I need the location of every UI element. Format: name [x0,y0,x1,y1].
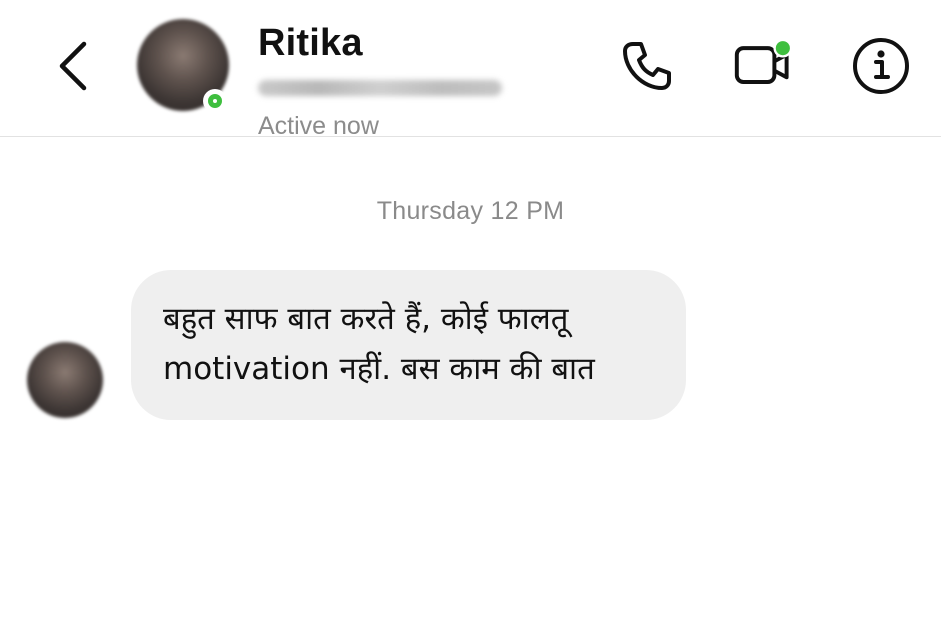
contact-avatar[interactable] [137,19,229,113]
blurred-username [258,80,502,96]
video-camera-icon [734,38,793,84]
voice-call-button[interactable] [616,35,678,97]
message-text-line: बहुत साफ बात करते हैं, कोई फालतू [163,301,569,337]
contact-name[interactable]: Ritika [258,22,363,65]
message-text-line: motivation नहीं. बस काम की बात [163,351,595,387]
info-icon [853,38,909,94]
received-message-bubble[interactable]: बहुत साफ बात करते हैं, कोई फालतू motivat… [131,270,686,420]
chat-header: Ritika Active now [0,0,941,140]
online-status-indicator [203,89,227,113]
message-timestamp: Thursday 12 PM [376,197,565,225]
video-call-button[interactable] [734,35,796,97]
chevron-left-icon [59,41,87,91]
info-button[interactable] [850,35,912,97]
back-button[interactable] [48,36,98,96]
active-status: Active now [258,112,379,140]
phone-icon [623,42,671,90]
chat-screen: Ritika Active now Thursday 12 PM बहुत सा… [0,0,941,640]
sender-avatar[interactable] [27,342,103,418]
